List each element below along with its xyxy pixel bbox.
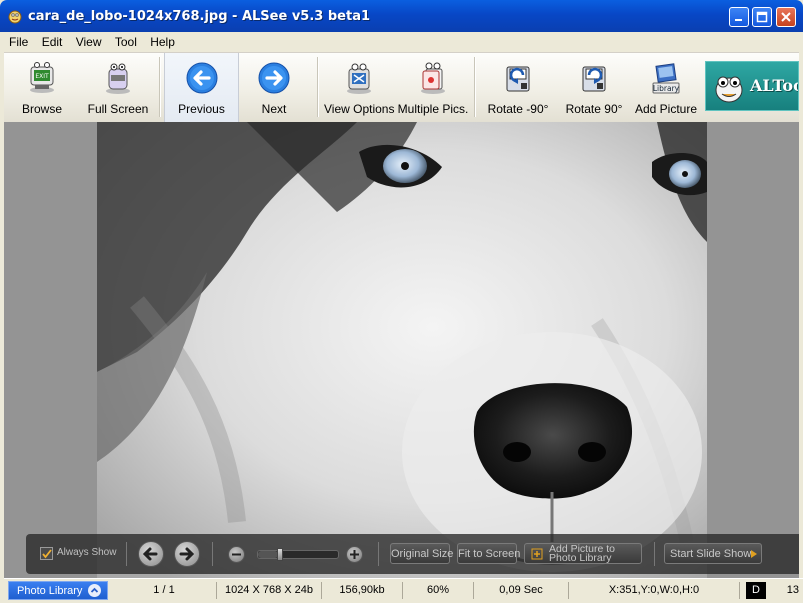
d-indicator: D	[746, 582, 766, 599]
menu-help[interactable]: Help	[145, 32, 180, 50]
library-icon: Library	[652, 63, 680, 94]
fit-to-screen-button[interactable]: Fit to Screen	[457, 543, 520, 564]
rotate-left-label: Rotate -90°	[487, 102, 549, 116]
full-screen-label: Full Screen	[87, 102, 149, 116]
photo-library-label: Photo Library	[17, 585, 83, 597]
multiple-pics-button[interactable]: Multiple Pics.	[396, 53, 470, 122]
window-title: cara_de_lobo-1024x768.jpg - ALSee v5.3 b…	[28, 9, 371, 24]
zoom-percent: 60%	[403, 582, 474, 599]
start-slide-show-label: Start Slide Show	[670, 548, 752, 560]
maximize-icon	[756, 11, 768, 23]
status-extra: 13	[786, 584, 799, 596]
rotate-left-button[interactable]: Rotate -90°	[481, 53, 555, 122]
svg-text:EXIT: EXIT	[35, 73, 49, 80]
browse-label: Browse	[21, 102, 62, 116]
altools-banner[interactable]: ALTools	[705, 61, 799, 111]
close-icon	[781, 12, 791, 22]
start-slide-show-button[interactable]: Start Slide Show	[664, 543, 762, 564]
arrow-left-icon	[142, 547, 158, 561]
previous-button[interactable]: Previous	[164, 53, 239, 122]
minimize-icon	[735, 19, 742, 21]
menu-view[interactable]: View	[71, 32, 107, 50]
image-dimensions: 1024 X 768 X 24b	[217, 582, 322, 599]
library-icon-text: Library	[653, 84, 680, 93]
viewer-control-bar: Always Show Original Size Fit to Screen …	[26, 534, 799, 574]
browse-button[interactable]: EXIT Browse	[4, 53, 80, 122]
file-size: 156,90kb	[322, 582, 403, 599]
view-options-label: View Options	[324, 102, 395, 116]
photo-library-button[interactable]: Photo Library	[8, 581, 108, 600]
close-button[interactable]	[776, 7, 796, 27]
always-show-checkbox[interactable]	[40, 547, 53, 560]
browse-icon: EXIT	[30, 62, 54, 93]
rotate-right-label: Rotate 90°	[565, 102, 623, 116]
play-icon	[751, 550, 757, 558]
menu-bar: File Edit View Tool Help	[4, 32, 799, 53]
minimize-button[interactable]	[729, 7, 749, 27]
next-button[interactable]: Next	[238, 53, 310, 122]
maximize-button[interactable]	[752, 7, 772, 27]
rotate-left-icon	[506, 66, 530, 92]
checkmark-icon	[42, 549, 52, 559]
toolbar: EXIT Browse Full Screen Previous Next Vi…	[4, 53, 799, 123]
add-picture-button[interactable]: Library Add Picture	[634, 53, 698, 122]
displayed-photo[interactable]	[97, 122, 707, 578]
previous-image-button[interactable]	[138, 541, 164, 567]
zoom-slider[interactable]	[257, 548, 339, 561]
next-image-button[interactable]	[174, 541, 200, 567]
full-screen-icon	[106, 63, 130, 94]
zoom-in-button[interactable]	[346, 546, 363, 563]
previous-label: Previous	[178, 102, 225, 116]
always-show-label: Always Show	[57, 547, 117, 558]
altools-mascot-icon	[715, 76, 743, 103]
add-to-library-icon	[531, 548, 543, 560]
arrow-right-icon	[179, 547, 195, 561]
view-options-icon	[347, 63, 371, 94]
image-index: 1 / 1	[112, 582, 217, 599]
load-time: 0,09 Sec	[474, 582, 569, 599]
add-picture-label: Add Picture	[634, 102, 698, 116]
next-label: Next	[261, 102, 287, 116]
menu-file[interactable]: File	[4, 32, 33, 50]
chevron-up-icon	[88, 584, 101, 597]
zoom-slider-thumb[interactable]	[276, 548, 283, 561]
zoom-slider-fill	[258, 551, 278, 558]
menu-tool[interactable]: Tool	[110, 32, 142, 50]
rotate-right-button[interactable]: Rotate 90°	[557, 53, 631, 122]
title-bar[interactable]: cara_de_lobo-1024x768.jpg - ALSee v5.3 b…	[0, 0, 803, 32]
rotate-right-icon	[582, 66, 606, 92]
zoom-out-button[interactable]	[228, 546, 245, 563]
plus-icon	[350, 550, 359, 559]
multiple-pics-icon	[421, 62, 445, 94]
selection-coords: X:351,Y:0,W:0,H:0	[569, 582, 740, 599]
add-to-photo-library-button[interactable]: Add Picture to Photo Library	[524, 543, 642, 564]
arrow-right-icon	[258, 62, 290, 94]
minus-icon	[232, 553, 241, 556]
original-size-button[interactable]: Original Size	[390, 543, 453, 564]
full-screen-button[interactable]: Full Screen	[80, 53, 156, 122]
menu-edit[interactable]: Edit	[37, 32, 68, 50]
multiple-pics-label: Multiple Pics.	[397, 102, 469, 116]
arrow-left-icon	[186, 62, 217, 94]
altools-logo-text: ALTools	[750, 76, 798, 95]
status-bar: Photo Library 1 / 1 1024 X 768 X 24b 156…	[4, 578, 803, 603]
alsee-app-icon[interactable]	[7, 8, 23, 24]
view-options-button[interactable]: View Options	[324, 53, 394, 122]
image-viewer[interactable]: Always Show Original Size Fit to Screen …	[4, 122, 799, 578]
add-to-library-line2: Photo Library	[549, 552, 612, 564]
